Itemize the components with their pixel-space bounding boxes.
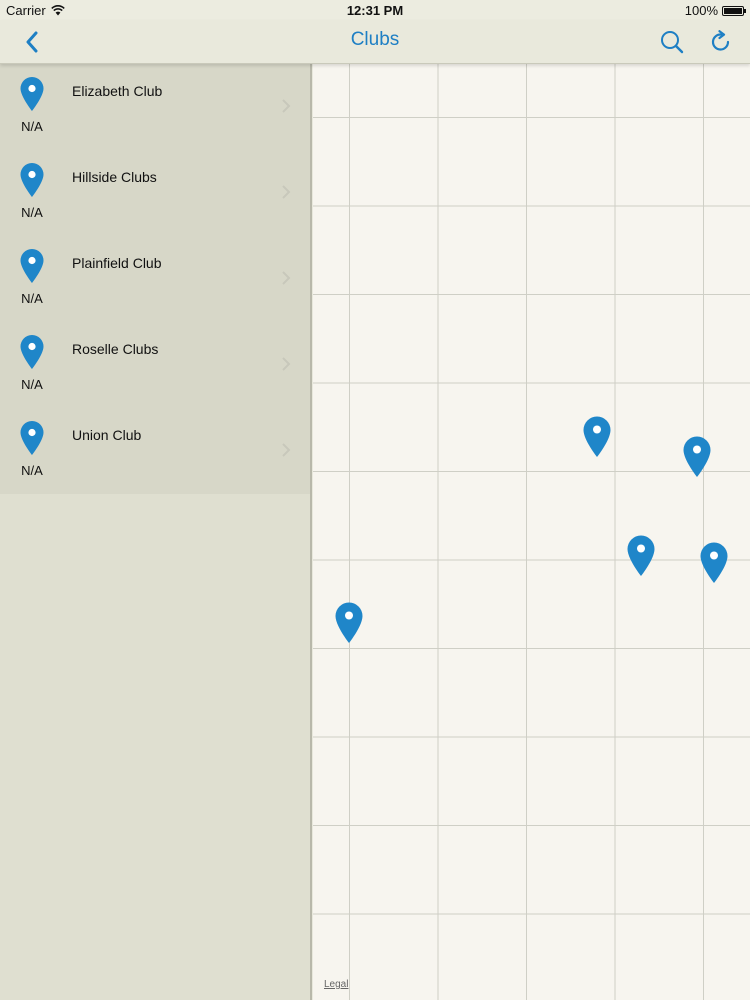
map-pin-icon[interactable] — [682, 435, 712, 479]
chevron-right-icon — [282, 185, 291, 199]
map-pin-icon[interactable] — [582, 415, 612, 459]
app-root: Carrier 12:31 PM 100% Clubs N/A Elizabet… — [0, 0, 750, 1000]
list-item[interactable]: N/A Union Club — [0, 408, 310, 494]
map-pin-icon[interactable] — [626, 534, 656, 578]
status-bar: Carrier 12:31 PM 100% — [0, 0, 750, 20]
page-title: Clubs — [350, 29, 400, 50]
location-pin-icon — [20, 77, 44, 111]
chevron-right-icon — [282, 443, 291, 457]
navigation-bar: Clubs — [0, 20, 750, 64]
status-time: 12:31 PM — [346, 3, 404, 18]
location-pin-icon — [20, 335, 44, 369]
club-list: N/A Elizabeth Club N/A Hillside Clubs N/… — [0, 64, 310, 494]
legal-link[interactable]: Legal — [324, 979, 348, 990]
battery-percent: 100% — [684, 3, 718, 18]
club-name: Elizabeth Club — [72, 83, 163, 99]
chevron-right-icon — [282, 271, 291, 285]
list-item[interactable]: N/A Roselle Clubs — [0, 322, 310, 408]
refresh-button[interactable] — [705, 26, 737, 58]
location-pin-icon — [20, 421, 44, 455]
club-name: Roselle Clubs — [72, 341, 159, 357]
search-icon — [661, 31, 684, 54]
map-pin-icon[interactable] — [699, 541, 729, 585]
sidebar-empty-area — [0, 494, 310, 1000]
battery-icon — [722, 5, 746, 16]
club-distance: N/A — [21, 377, 43, 392]
search-button[interactable] — [656, 26, 688, 58]
list-item[interactable]: N/A Plainfield Club — [0, 236, 310, 322]
status-right: 100% — [684, 3, 746, 18]
location-pin-icon — [20, 163, 44, 197]
list-item[interactable]: N/A Elizabeth Club — [0, 64, 310, 150]
chevron-right-icon — [282, 99, 291, 113]
list-item[interactable]: N/A Hillside Clubs — [0, 150, 310, 236]
club-name: Union Club — [72, 427, 142, 443]
location-pin-icon — [20, 249, 44, 283]
map-view[interactable]: Legal — [313, 64, 750, 1000]
club-distance: N/A — [21, 119, 43, 134]
club-distance: N/A — [21, 205, 43, 220]
club-name: Plainfield Club — [72, 255, 162, 271]
club-distance: N/A — [21, 463, 43, 478]
chevron-right-icon — [282, 357, 291, 371]
map-pin-icon[interactable] — [334, 601, 364, 645]
refresh-icon — [711, 30, 730, 51]
club-distance: N/A — [21, 291, 43, 306]
club-name: Hillside Clubs — [72, 169, 157, 185]
club-sidebar: N/A Elizabeth Club N/A Hillside Clubs N/… — [0, 64, 312, 1000]
